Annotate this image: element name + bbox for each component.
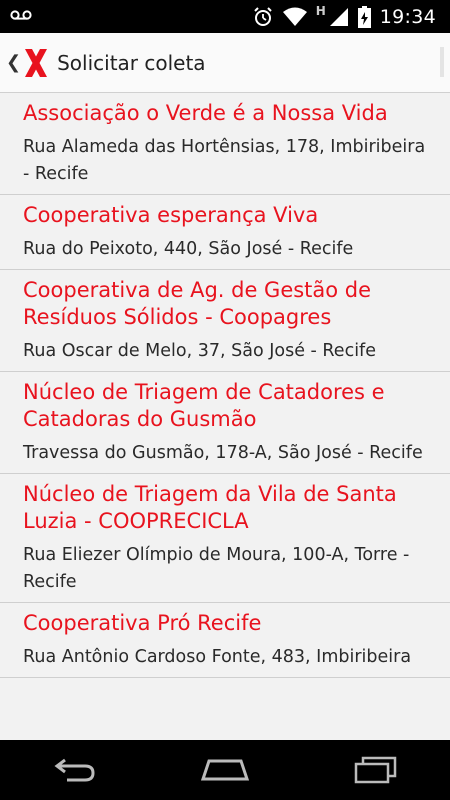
network-type-label: H: [315, 3, 326, 18]
navigation-bar: [0, 740, 450, 800]
cooperative-name: Cooperativa esperança Viva: [23, 203, 319, 227]
home-icon: [201, 759, 249, 781]
status-bar: H 19:34: [0, 0, 450, 33]
cooperative-name: Cooperativa de Ag. de Gestão de Resíduos…: [23, 278, 372, 329]
recent-apps-button[interactable]: [335, 750, 415, 790]
cooperative-name: Núcleo de Triagem da Vila de Santa Luzia…: [23, 482, 397, 533]
cooperative-name: Núcleo de Triagem de Catadores e Catador…: [23, 380, 385, 431]
back-icon: [54, 758, 95, 782]
list-item[interactable]: Cooperativa esperança Viva Rua do Peixoto…: [0, 195, 450, 270]
list-item[interactable]: Núcleo de Triagem da Vila de Santa Luzia…: [0, 474, 450, 603]
clock: 19:34: [379, 5, 436, 28]
list-item[interactable]: Cooperativa Pró Recife Rua Antônio Cardos…: [0, 603, 450, 678]
cooperatives-list: Associação o Verde é a Nossa Vida Rua Ala…: [0, 93, 450, 740]
list-item[interactable]: Associação o Verde é a Nossa Vida Rua Ala…: [0, 93, 450, 195]
voicemail-icon: [10, 10, 32, 20]
back-button[interactable]: [35, 750, 115, 790]
battery-icon: [357, 5, 371, 28]
app-logo: [25, 48, 48, 77]
cooperative-address: Rua do Peixoto, 440, São José - Recife: [23, 239, 354, 259]
wifi-icon: [282, 7, 307, 26]
cooperative-address: Rua Eliezer Olímpio de Moura, 100-A, Tor…: [23, 545, 410, 592]
cooperative-name: Cooperativa Pró Recife: [23, 611, 262, 635]
overflow-menu-edge: [440, 47, 444, 77]
up-navigation-button[interactable]: ❮: [6, 33, 49, 92]
signal-icon: [329, 7, 348, 26]
cooperative-name: Associação o Verde é a Nossa Vida: [23, 101, 388, 125]
page-title: Solicitar coleta: [57, 50, 206, 75]
list-item[interactable]: Núcleo de Triagem de Catadores e Catador…: [0, 372, 450, 474]
recent-apps-icon: [354, 756, 397, 784]
cooperative-address: Rua Oscar de Melo, 37, São José - Recife: [23, 341, 376, 361]
chevron-left-icon: ❮: [6, 52, 22, 73]
list-item[interactable]: Cooperativa de Ag. de Gestão de Resíduos…: [0, 270, 450, 372]
cooperative-address: Travessa do Gusmão, 178-A, São José - Re…: [23, 443, 423, 463]
cooperative-address: Rua Alameda das Hortênsias, 178, Imbirib…: [23, 137, 426, 184]
alarm-icon: [253, 6, 272, 26]
cooperative-address: Rua Antônio Cardoso Fonte, 483, Imbiribe…: [23, 647, 412, 667]
action-bar: ❮ Solicitar coleta: [0, 33, 450, 93]
home-button[interactable]: [185, 750, 265, 790]
